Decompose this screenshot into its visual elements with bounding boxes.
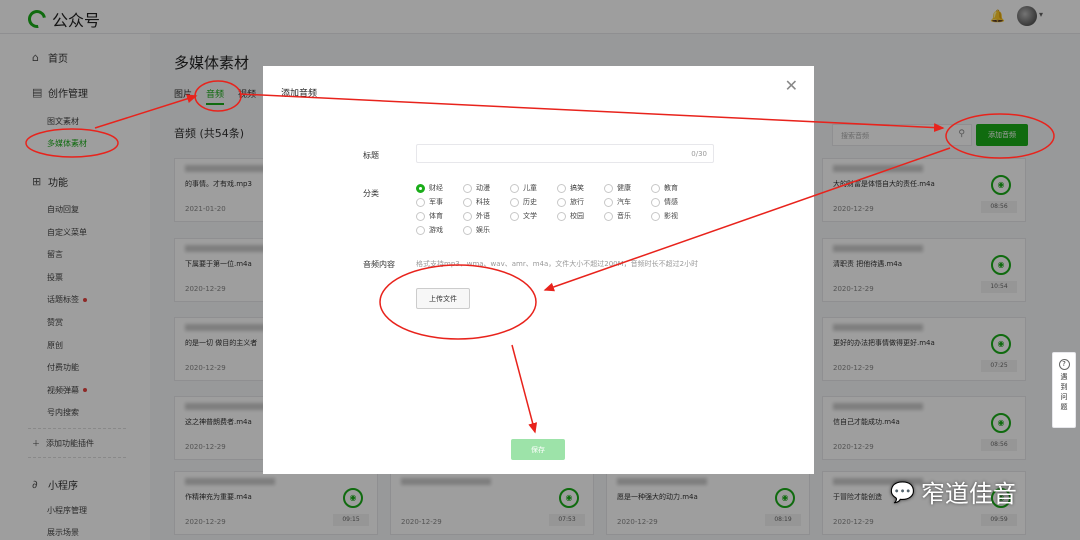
annotation-layer [25,80,1055,434]
annotation-arrow [239,93,945,133]
annotation-circle-add [945,113,1055,159]
annotation-circle-sidebar [25,128,119,158]
annotation-arrow [94,94,198,129]
annotation-circle-tab [194,80,242,112]
annotation-arrow [543,147,951,292]
annotation-circle-upload [379,264,537,340]
wechat-icon: 💬 [890,479,915,504]
watermark: 💬 窄道佳音 [890,474,1017,509]
watermark-text: 窄道佳音 [920,480,1017,508]
annotation-arrow [511,344,538,434]
